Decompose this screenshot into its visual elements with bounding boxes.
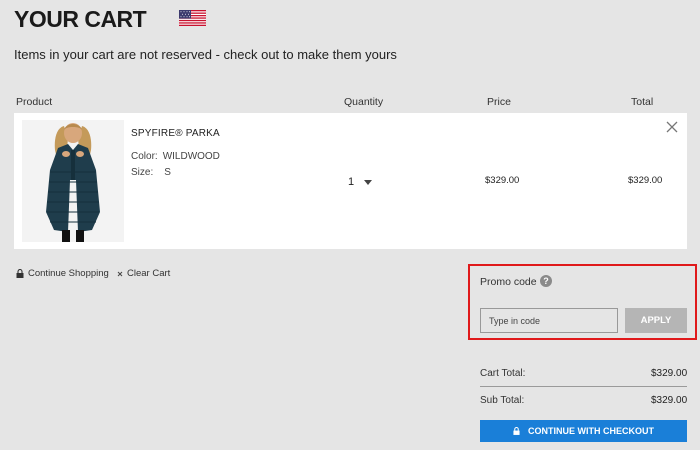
color-value: WILDWOOD: [162, 151, 220, 162]
column-header-price: Price: [487, 96, 511, 108]
help-icon[interactable]: ?: [540, 275, 552, 287]
clear-cart-label: Clear Cart: [127, 268, 171, 279]
color-label: Color:: [131, 151, 158, 162]
cart-notice: Items in your cart are not reserved - ch…: [14, 47, 397, 62]
size-value: S: [164, 167, 171, 178]
column-header-quantity: Quantity: [344, 96, 384, 108]
promo-code-input[interactable]: [480, 308, 618, 333]
clear-cart-link[interactable]: Clear Cart: [117, 268, 170, 279]
close-icon[interactable]: [666, 121, 678, 133]
column-header-total: Total: [631, 96, 654, 108]
item-price: $329.00: [485, 175, 520, 186]
product-color: Color: WILDWOOD: [131, 151, 220, 162]
sub-total-value: $329.00: [651, 395, 688, 406]
product-size: Size: S: [131, 167, 171, 178]
checkout-label: CONTINUE WITH CHECKOUT: [528, 426, 654, 436]
close-icon: [117, 271, 123, 276]
item-total: $329.00: [628, 175, 663, 186]
lock-icon: [16, 269, 24, 278]
divider: [480, 386, 687, 387]
cart-total-label: Cart Total:: [480, 368, 526, 379]
chevron-down-icon[interactable]: [364, 180, 372, 185]
continue-shopping-link[interactable]: Continue Shopping: [16, 268, 109, 279]
promo-code-label: Promo code: [480, 276, 537, 288]
quantity-select[interactable]: 1: [348, 176, 354, 188]
apply-button[interactable]: APPLY: [625, 308, 687, 333]
size-label: Size:: [131, 167, 154, 178]
continue-shopping-label: Continue Shopping: [28, 268, 109, 279]
us-flag-icon: [179, 10, 206, 26]
column-header-product: Product: [16, 96, 53, 108]
product-name[interactable]: SPYFIRE® PARKA: [131, 128, 220, 139]
sub-total-label: Sub Total:: [480, 395, 525, 406]
cart-total-value: $329.00: [651, 368, 688, 379]
page-title: YOUR CART: [14, 6, 147, 32]
checkout-button[interactable]: CONTINUE WITH CHECKOUT: [480, 420, 687, 442]
lock-icon: [513, 427, 520, 435]
product-image[interactable]: [22, 120, 124, 242]
